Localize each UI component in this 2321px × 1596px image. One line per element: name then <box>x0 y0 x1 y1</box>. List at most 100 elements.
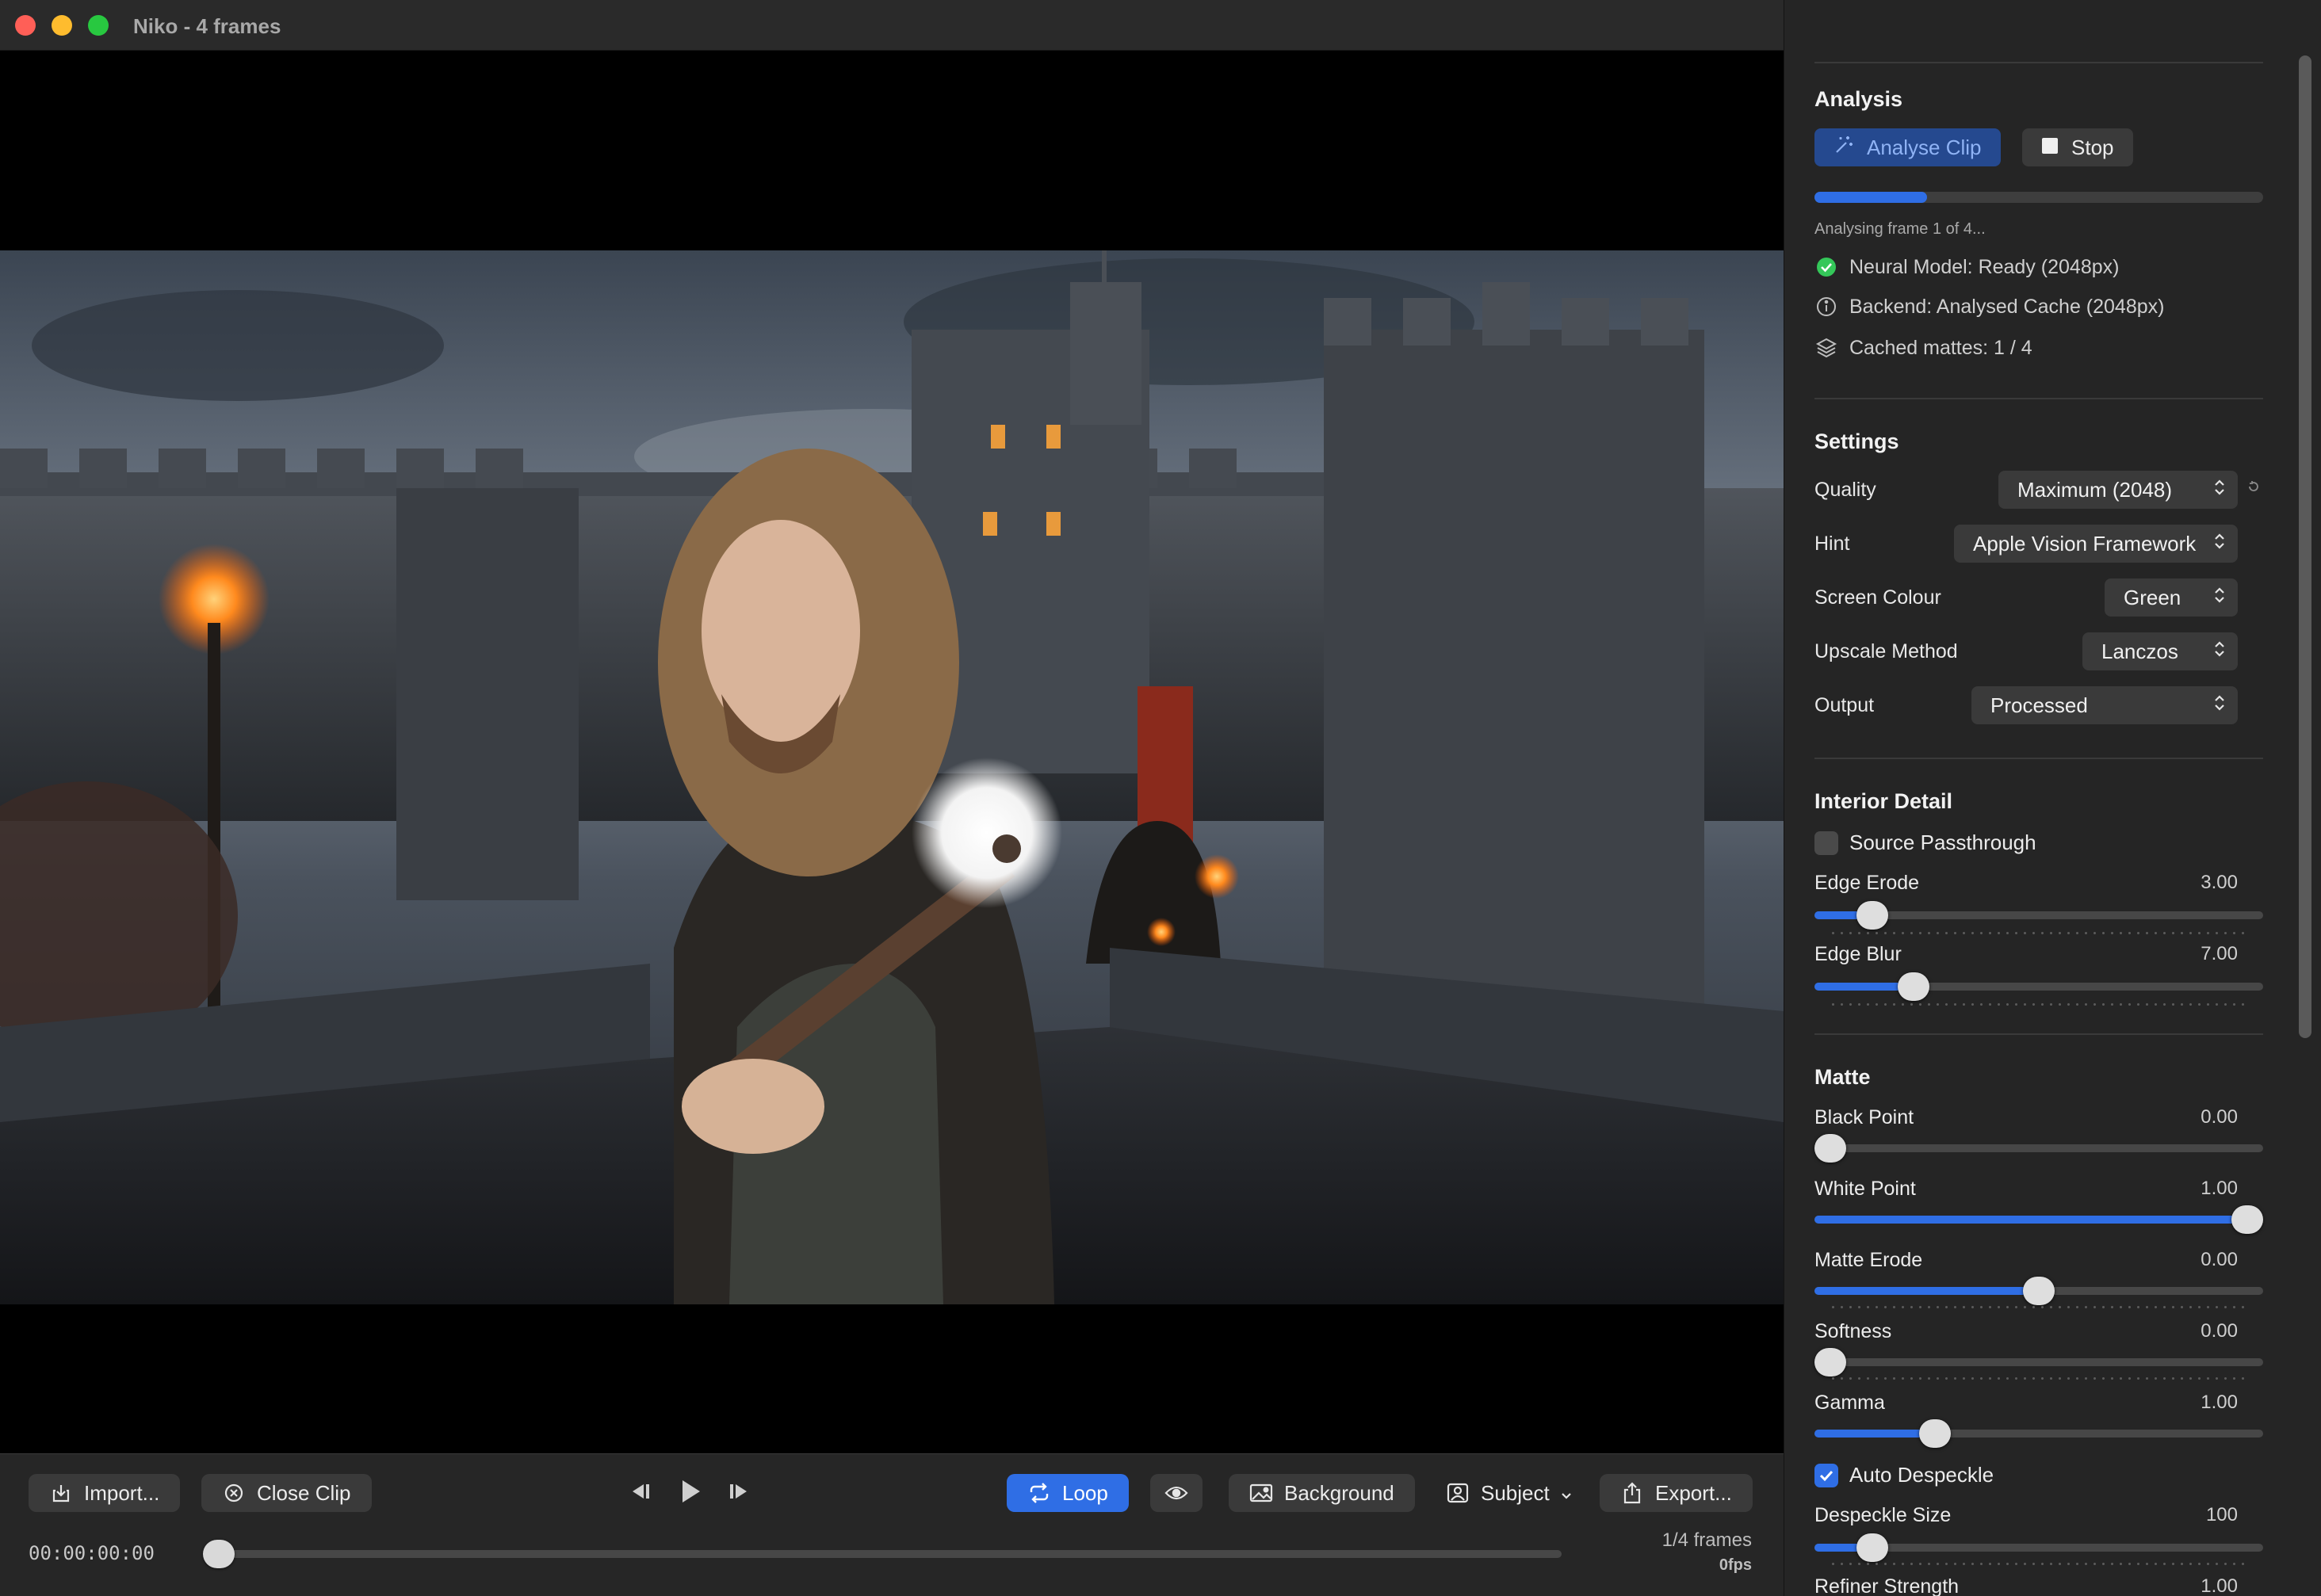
stop-button[interactable]: Stop <box>2022 128 2133 166</box>
gamma-label: Gamma <box>1814 1392 1885 1414</box>
window-close-button[interactable] <box>15 15 36 36</box>
neural-model-status: Neural Model: Ready (2048px) <box>1814 255 2119 279</box>
output-select[interactable]: Processed <box>1971 686 2238 724</box>
loop-icon <box>1027 1481 1051 1505</box>
slider-handle[interactable] <box>1856 901 1888 930</box>
analysis-progress-fill <box>1814 192 1927 203</box>
close-clip-label: Close Clip <box>257 1480 351 1505</box>
slider-ticks <box>1829 1563 2249 1565</box>
reset-quality-icon[interactable] <box>2247 480 2263 496</box>
refiner-strength-value: 1.00 <box>2201 1575 2238 1596</box>
loop-toggle[interactable]: Loop <box>1007 1474 1129 1512</box>
playhead-handle[interactable] <box>203 1540 235 1568</box>
auto-despeckle-label: Auto Despeckle <box>1849 1463 1994 1487</box>
updown-chevron-icon <box>2214 640 2225 664</box>
person-icon <box>1446 1481 1470 1505</box>
play-button[interactable] <box>676 1477 705 1506</box>
inspector-panel: Analysis Analyse Clip Stop Analysing fra… <box>1784 0 2321 1596</box>
interior-detail-section-title: Interior Detail <box>1814 789 1953 813</box>
divider <box>1814 398 2263 399</box>
preview-frame <box>0 250 1784 1304</box>
output-label: Output <box>1814 694 1875 716</box>
slider-handle[interactable] <box>1918 1419 1951 1448</box>
step-forward-icon <box>730 1484 747 1499</box>
window-zoom-button[interactable] <box>88 15 109 36</box>
circle-x-icon <box>222 1481 246 1505</box>
info-icon <box>1814 295 1838 319</box>
white-point-value: 1.00 <box>2201 1178 2238 1199</box>
preview-toggle-button[interactable] <box>1150 1474 1203 1512</box>
close-clip-button[interactable]: Close Clip <box>201 1474 372 1512</box>
screen-colour-value: Green <box>2124 585 2181 609</box>
import-button[interactable]: Import... <box>29 1474 181 1512</box>
cached-mattes-status: Cached mattes: 1 / 4 <box>1814 336 2032 360</box>
edge-blur-slider[interactable] <box>1814 972 2263 1001</box>
slider-fill <box>1814 1287 2039 1295</box>
gamma-value: 1.00 <box>2201 1392 2238 1413</box>
output-value: Processed <box>1990 693 2088 717</box>
quality-select[interactable]: Maximum (2048) <box>1998 471 2238 509</box>
check-circle-icon <box>1814 255 1838 279</box>
slider-fill <box>1814 1216 2247 1224</box>
window-minimize-button[interactable] <box>52 15 72 36</box>
softness-slider[interactable] <box>1814 1348 2263 1376</box>
white-point-label: White Point <box>1814 1178 1916 1200</box>
matte-erode-label: Matte Erode <box>1814 1249 1923 1271</box>
upscale-method-select[interactable]: Lanczos <box>2082 632 2238 670</box>
edge-blur-value: 7.00 <box>2201 943 2238 964</box>
slider-handle[interactable] <box>1856 1533 1888 1562</box>
upscale-method-label: Upscale Method <box>1814 640 1958 662</box>
cached-mattes-text: Cached mattes: 1 / 4 <box>1849 336 2032 359</box>
step-forward-button[interactable] <box>725 1477 753 1506</box>
analyse-clip-button[interactable]: Analyse Clip <box>1814 128 2001 166</box>
export-label: Export... <box>1655 1480 1732 1505</box>
title-bar: Niko - 4 frames <box>0 0 1784 51</box>
matte-erode-slider[interactable] <box>1814 1277 2263 1305</box>
import-icon <box>49 1481 73 1505</box>
timeline-scrubber[interactable] <box>217 1550 1562 1558</box>
export-button[interactable]: Export... <box>1600 1474 1753 1512</box>
settings-section-title: Settings <box>1814 430 1899 453</box>
slider-handle[interactable] <box>1814 1134 1846 1163</box>
frame-counter: 1/4 frames <box>1661 1529 1752 1551</box>
white-point-slider[interactable] <box>1814 1205 2263 1234</box>
despeckle-size-slider[interactable] <box>1814 1533 2263 1562</box>
analyse-clip-label: Analyse Clip <box>1867 135 1982 159</box>
despeckle-size-value: 100 <box>2205 1504 2238 1525</box>
black-point-value: 0.00 <box>2201 1106 2238 1128</box>
refiner-strength-label: Refiner Strength <box>1814 1575 1960 1596</box>
screen-colour-select[interactable]: Green <box>2105 578 2238 617</box>
checkbox-box[interactable] <box>1814 830 1838 855</box>
chevron-down-icon <box>1561 1481 1572 1506</box>
slider-handle[interactable] <box>1898 972 1930 1001</box>
hint-select[interactable]: Apple Vision Framework <box>1954 525 2238 563</box>
background-label: Background <box>1284 1480 1394 1505</box>
slider-handle[interactable] <box>2023 1277 2055 1305</box>
updown-chevron-icon <box>2214 532 2225 556</box>
source-passthrough-label: Source Passthrough <box>1849 830 2036 854</box>
neural-model-text: Neural Model: Ready (2048px) <box>1849 255 2120 278</box>
video-viewer <box>0 51 1784 1453</box>
subject-label: Subject <box>1481 1480 1550 1505</box>
step-backward-icon <box>633 1484 649 1499</box>
divider <box>1814 62 2263 63</box>
softness-label: Softness <box>1814 1320 1892 1342</box>
source-passthrough-checkbox[interactable]: Source Passthrough <box>1814 830 2036 855</box>
updown-chevron-icon <box>2214 586 2225 610</box>
stop-label: Stop <box>2071 135 2114 159</box>
slider-handle[interactable] <box>2231 1205 2263 1234</box>
eye-icon <box>1164 1481 1188 1505</box>
screen-colour-label: Screen Colour <box>1814 586 1941 609</box>
black-point-slider[interactable] <box>1814 1134 2263 1163</box>
slider-handle[interactable] <box>1814 1348 1846 1376</box>
background-button[interactable]: Background <box>1229 1474 1415 1512</box>
auto-despeckle-checkbox[interactable]: Auto Despeckle <box>1814 1463 1994 1487</box>
divider <box>1814 1033 2263 1035</box>
gamma-slider[interactable] <box>1814 1419 2263 1448</box>
subject-menu-button[interactable]: Subject <box>1433 1474 1585 1512</box>
timecode-display: 00:00:00:00 <box>29 1542 155 1564</box>
step-backward-button[interactable] <box>626 1477 655 1506</box>
edge-erode-slider[interactable] <box>1814 901 2263 930</box>
panel-scrollbar[interactable] <box>2299 55 2311 1038</box>
checkbox-box[interactable] <box>1814 1463 1838 1487</box>
